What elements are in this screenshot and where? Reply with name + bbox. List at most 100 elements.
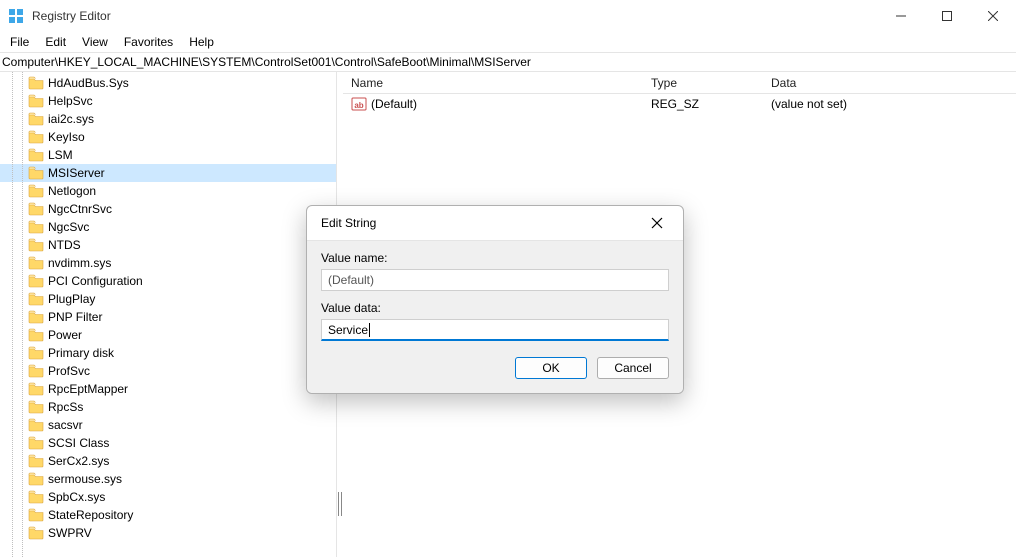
tree-item-label: SerCx2.sys — [48, 454, 109, 468]
menu-view[interactable]: View — [74, 33, 116, 51]
folder-icon — [28, 346, 44, 360]
tree-item-label: sermouse.sys — [48, 472, 122, 486]
menu-help[interactable]: Help — [181, 33, 222, 51]
address-bar[interactable]: Computer\HKEY_LOCAL_MACHINE\SYSTEM\Contr… — [0, 52, 1016, 72]
tree-item[interactable]: MSIServer — [0, 164, 336, 182]
tree-item-label: RpcEptMapper — [48, 382, 128, 396]
tree-item[interactable]: NgcSvc — [0, 218, 336, 236]
list-header: Name Type Data — [343, 72, 1016, 94]
regedit-icon — [8, 8, 24, 24]
tree-item-label: nvdimm.sys — [48, 256, 111, 270]
tree-item[interactable]: iai2c.sys — [0, 110, 336, 128]
text-caret — [369, 323, 370, 337]
col-header-data[interactable]: Data — [763, 76, 1016, 90]
tree-item[interactable]: sermouse.sys — [0, 470, 336, 488]
dialog-titlebar[interactable]: Edit String — [307, 206, 683, 240]
folder-icon — [28, 184, 44, 198]
folder-icon — [28, 436, 44, 450]
tree-item-label: PCI Configuration — [48, 274, 143, 288]
tree-item[interactable]: RpcEptMapper — [0, 380, 336, 398]
tree-item[interactable]: HelpSvc — [0, 92, 336, 110]
value-data-label: Value data: — [321, 301, 669, 315]
value-data-input[interactable]: Service — [321, 319, 669, 341]
folder-icon — [28, 508, 44, 522]
cancel-button[interactable]: Cancel — [597, 357, 669, 379]
col-header-type[interactable]: Type — [643, 76, 763, 90]
tree-item[interactable]: KeyIso — [0, 128, 336, 146]
folder-icon — [28, 328, 44, 342]
dialog-title: Edit String — [321, 216, 376, 230]
window-controls — [878, 0, 1016, 32]
minimize-button[interactable] — [878, 0, 924, 32]
tree-item[interactable]: Primary disk — [0, 344, 336, 362]
tree-item[interactable]: SCSI Class — [0, 434, 336, 452]
tree-item[interactable]: PNP Filter — [0, 308, 336, 326]
tree-item-label: iai2c.sys — [48, 112, 94, 126]
folder-icon — [28, 472, 44, 486]
tree-item-label: SWPRV — [48, 526, 92, 540]
value-name: (Default) — [371, 97, 417, 111]
col-header-name[interactable]: Name — [343, 76, 643, 90]
folder-icon — [28, 112, 44, 126]
folder-icon — [28, 418, 44, 432]
value-data: (value not set) — [763, 97, 1016, 111]
tree-item-label: HdAudBus.Sys — [48, 76, 129, 90]
tree-item[interactable]: Power — [0, 326, 336, 344]
tree-item[interactable]: NgcCtnrSvc — [0, 200, 336, 218]
menu-favorites[interactable]: Favorites — [116, 33, 181, 51]
tree-item[interactable]: LSM — [0, 146, 336, 164]
folder-icon — [28, 310, 44, 324]
tree-item-label: Power — [48, 328, 82, 342]
value-name-field: (Default) — [321, 269, 669, 291]
folder-icon — [28, 220, 44, 234]
folder-icon — [28, 256, 44, 270]
tree-item[interactable]: SerCx2.sys — [0, 452, 336, 470]
menu-bar: File Edit View Favorites Help — [0, 32, 1016, 52]
tree-item-label: Primary disk — [48, 346, 114, 360]
folder-icon — [28, 274, 44, 288]
list-row[interactable]: ab(Default)REG_SZ(value not set) — [343, 94, 1016, 114]
menu-edit[interactable]: Edit — [37, 33, 74, 51]
tree-item[interactable]: PlugPlay — [0, 290, 336, 308]
splitter-grip-icon — [338, 492, 342, 516]
tree-item[interactable]: PCI Configuration — [0, 272, 336, 290]
tree-item[interactable]: SWPRV — [0, 524, 336, 542]
tree-item-label: KeyIso — [48, 130, 85, 144]
menu-file[interactable]: File — [2, 33, 37, 51]
tree-item-label: MSIServer — [48, 166, 105, 180]
tree-item[interactable]: nvdimm.sys — [0, 254, 336, 272]
tree-item[interactable]: SpbCx.sys — [0, 488, 336, 506]
tree-guide — [12, 72, 13, 557]
tree-item-label: SCSI Class — [48, 436, 109, 450]
close-button[interactable] — [970, 0, 1016, 32]
address-text: Computer\HKEY_LOCAL_MACHINE\SYSTEM\Contr… — [2, 55, 531, 69]
value-name-label: Value name: — [321, 251, 669, 265]
tree-item[interactable]: HdAudBus.Sys — [0, 74, 336, 92]
folder-icon — [28, 490, 44, 504]
tree-item-label: HelpSvc — [48, 94, 93, 108]
folder-icon — [28, 238, 44, 252]
tree-item-label: ProfSvc — [48, 364, 90, 378]
tree-item[interactable]: sacsvr — [0, 416, 336, 434]
ok-button[interactable]: OK — [515, 357, 587, 379]
tree-item[interactable]: ProfSvc — [0, 362, 336, 380]
tree-item-label: sacsvr — [48, 418, 83, 432]
folder-icon — [28, 454, 44, 468]
maximize-button[interactable] — [924, 0, 970, 32]
string-value-icon: ab — [351, 96, 367, 112]
folder-icon — [28, 130, 44, 144]
tree-item[interactable]: StateRepository — [0, 506, 336, 524]
tree-item-label: Netlogon — [48, 184, 96, 198]
folder-icon — [28, 148, 44, 162]
folder-icon — [28, 382, 44, 396]
tree-item[interactable]: RpcSs — [0, 398, 336, 416]
tree-item-label: LSM — [48, 148, 73, 162]
dialog-body: Value name: (Default) Value data: Servic… — [307, 240, 683, 393]
folder-icon — [28, 202, 44, 216]
tree-item[interactable]: Netlogon — [0, 182, 336, 200]
tree-pane[interactable]: HdAudBus.Sys HelpSvc iai2c.sys KeyIso LSM MSI… — [0, 72, 337, 557]
tree-guide — [22, 72, 23, 557]
tree-item[interactable]: NTDS — [0, 236, 336, 254]
window-title: Registry Editor — [32, 9, 111, 23]
dialog-close-button[interactable] — [645, 211, 669, 235]
